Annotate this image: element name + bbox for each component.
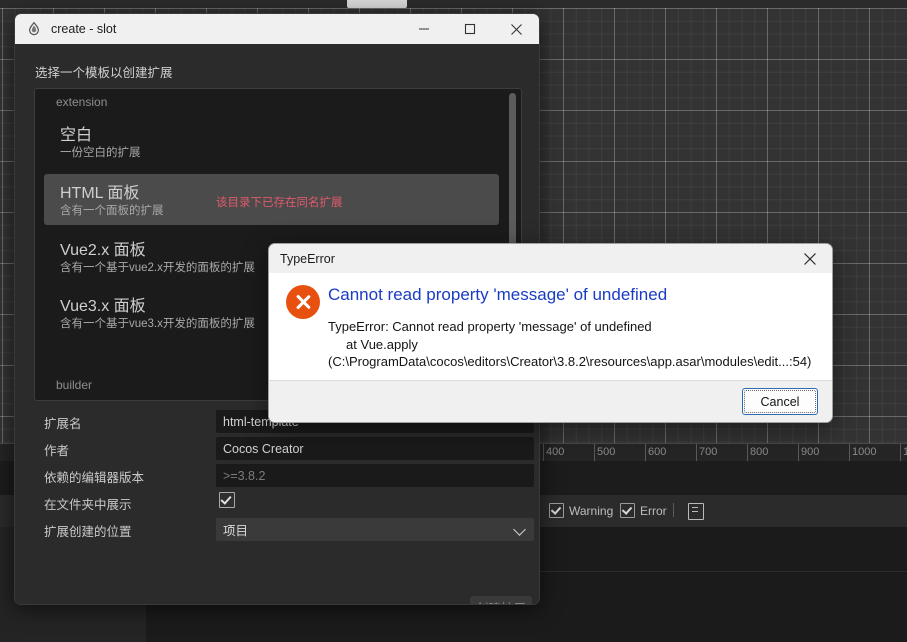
window-title: create - slot — [51, 22, 117, 36]
page-title: 选择一个模板以创建扩展 — [35, 66, 173, 80]
cocos-drop-icon — [26, 21, 42, 37]
window-titlebar[interactable]: create - slot — [15, 14, 539, 44]
ruler-tick — [747, 444, 748, 462]
template-name: Vue3.x 面板 — [60, 298, 146, 315]
template-desc: 含有一个面板的扩展 — [60, 205, 164, 217]
console-error-filter[interactable]: Error — [620, 503, 667, 518]
ruler-tick — [594, 444, 595, 462]
focus-ring — [744, 390, 816, 413]
template-desc: 含有一个基于vue2.x开发的面板的扩展 — [60, 262, 255, 274]
field-label: 扩展名 — [44, 417, 82, 431]
ruler-tick — [645, 444, 646, 462]
ruler-tick — [543, 444, 544, 462]
field-label: 依赖的编辑器版本 — [44, 471, 145, 485]
window-controls — [401, 14, 539, 44]
dialog-footer: Cancel — [269, 380, 832, 422]
minimize-icon[interactable] — [401, 14, 447, 44]
error-checkbox[interactable] — [620, 503, 635, 518]
ruler-label: 1 — [903, 446, 907, 458]
form-row-create-location: 扩展创建的位置 项目 — [15, 518, 539, 542]
template-item-blank[interactable]: 空白 一份空白的扩展 — [44, 116, 499, 167]
error-circle-x-icon — [286, 285, 320, 319]
ruler-tick — [849, 444, 850, 462]
field-value: 项目 — [223, 524, 249, 538]
editor-version-input[interactable]: >=3.8.2 — [216, 464, 534, 487]
console-warning-filter[interactable]: Warning — [549, 503, 613, 518]
extension-form: 扩展名 html-template 作者 Cocos Creator 依赖的编辑… — [15, 410, 539, 545]
cancel-button[interactable]: Cancel — [742, 388, 818, 415]
document-icon[interactable] — [688, 503, 704, 520]
ruler-label: 500 — [597, 446, 616, 458]
template-desc: 一份空白的扩展 — [60, 147, 141, 159]
dialog-body-text: TypeError: Cannot read property 'message… — [328, 319, 812, 369]
dialog-content: Cannot read property 'message' of undefi… — [269, 273, 832, 380]
ruler-label: 900 — [801, 446, 820, 458]
ruler-label: 1000 — [852, 446, 877, 458]
template-desc: 含有一个基于vue3.x开发的面板的扩展 — [60, 318, 255, 330]
field-placeholder: >=3.8.2 — [223, 468, 266, 483]
scene-top-strip — [0, 0, 907, 8]
form-row-author: 作者 Cocos Creator — [15, 437, 539, 461]
screen: 400 500 600 700 800 900 1000 1 Warning Error — [0, 0, 907, 642]
form-error-message: 该目录下已存在同名扩展 — [216, 197, 343, 209]
close-icon[interactable] — [493, 14, 539, 44]
console-separator — [673, 503, 674, 517]
ruler-tick — [696, 444, 697, 462]
ruler-label: 700 — [699, 446, 718, 458]
dialog-heading: Cannot read property 'message' of undefi… — [328, 285, 668, 304]
create-extension-button[interactable]: 创建扩展 — [470, 596, 532, 604]
warning-checkbox[interactable] — [549, 503, 564, 518]
scene-toolbar-button[interactable] — [347, 0, 407, 8]
create-location-select[interactable]: 项目 — [216, 518, 534, 541]
dialog-title: TypeError — [280, 251, 335, 266]
field-value: Cocos Creator — [223, 441, 304, 456]
chevron-down-icon — [513, 523, 526, 536]
warning-label: Warning — [569, 503, 614, 518]
template-name: Vue2.x 面板 — [60, 242, 146, 259]
close-icon[interactable] — [788, 244, 832, 273]
field-label: 扩展创建的位置 — [44, 525, 132, 539]
ruler-label: 400 — [546, 446, 565, 458]
ruler-label: 800 — [750, 446, 769, 458]
form-row-show-in-folder: 在文件夹中展示 — [15, 491, 539, 515]
ruler-tick — [900, 444, 901, 462]
template-name: 空白 — [60, 127, 93, 144]
typeerror-dialog: TypeError Cannot read property 'message'… — [268, 243, 833, 423]
template-group-extension: extension — [56, 95, 108, 109]
field-label: 在文件夹中展示 — [44, 498, 132, 512]
template-group-builder: builder — [56, 378, 93, 392]
ruler-label: 600 — [648, 446, 667, 458]
template-name: HTML 面板 — [60, 185, 140, 202]
ruler-tick — [798, 444, 799, 462]
field-label: 作者 — [44, 444, 70, 458]
maximize-icon[interactable] — [447, 14, 493, 44]
dialog-titlebar[interactable]: TypeError — [269, 244, 832, 273]
form-row-editor-version: 依赖的编辑器版本 >=3.8.2 — [15, 464, 539, 488]
author-input[interactable]: Cocos Creator — [216, 437, 534, 460]
error-label: Error — [640, 503, 667, 518]
show-in-folder-checkbox[interactable] — [219, 492, 235, 508]
